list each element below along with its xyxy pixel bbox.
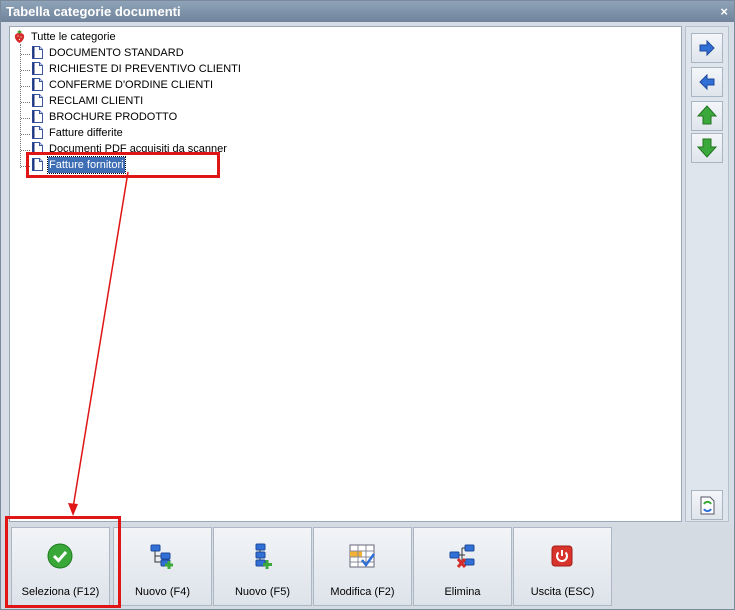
tree-line <box>21 134 30 135</box>
document-icon <box>32 142 43 155</box>
tree-line <box>21 102 30 103</box>
tree-line <box>21 150 30 151</box>
check-icon <box>47 543 73 569</box>
document-icon <box>32 78 43 91</box>
exit-button-label: Uscita (ESC) <box>530 586 595 598</box>
document-icon <box>32 94 43 107</box>
dialog-window: Tabella categorie documenti × Tutte le c… <box>0 0 735 610</box>
move-up-button[interactable] <box>691 101 723 131</box>
edit-button[interactable]: Modifica (F2) <box>313 527 412 606</box>
document-icon <box>32 126 43 139</box>
delete-button-label: Elimina <box>444 586 481 598</box>
new-f5-button[interactable]: Nuovo (F5) <box>213 527 312 606</box>
delete-node-icon <box>449 544 475 568</box>
tree-item-label: Documenti PDF acquisiti da scanner <box>49 143 227 155</box>
new-f5-button-label: Nuovo (F5) <box>234 586 291 598</box>
close-button[interactable]: × <box>720 1 728 22</box>
tree-line <box>21 118 30 119</box>
tree-root-label: Tutte le categorie <box>31 31 116 43</box>
refresh-document-icon <box>700 496 715 515</box>
select-button[interactable]: Seleziona (F12) <box>11 527 110 606</box>
arrow-down-icon <box>696 138 718 158</box>
window-title: Tabella categorie documenti <box>6 4 181 19</box>
tree-item-label: CONFERME D'ORDINE CLIENTI <box>49 79 214 91</box>
arrow-right-icon <box>699 39 715 57</box>
tree-item-label: DOCUMENTO STANDARD <box>49 47 184 59</box>
new-f4-button-label: Nuovo (F4) <box>134 586 191 598</box>
arrow-left-icon <box>699 73 715 91</box>
document-icon <box>32 158 43 171</box>
document-icon <box>32 110 43 123</box>
tree-item-label: Fatture fornitori <box>47 156 126 174</box>
select-button-label: Seleziona (F12) <box>21 586 100 598</box>
edit-grid-icon <box>349 544 376 568</box>
arrow-up-icon <box>696 105 718 125</box>
side-toolbar <box>685 26 729 522</box>
tree-item-label: RECLAMI CLIENTI <box>49 95 144 107</box>
title-bar: Tabella categorie documenti × <box>1 1 734 22</box>
tree-item-label: Fatture differite <box>49 127 123 139</box>
power-icon <box>551 545 573 567</box>
new-child-icon <box>255 543 272 569</box>
tree-line <box>21 86 30 87</box>
document-icon <box>32 46 43 59</box>
document-icon <box>32 62 43 75</box>
move-right-button[interactable] <box>691 33 723 63</box>
edit-button-label: Modifica (F2) <box>330 586 395 598</box>
tree-item-label: RICHIESTE DI PREVENTIVO CLIENTI <box>49 63 241 75</box>
move-left-button[interactable] <box>691 67 723 97</box>
delete-button[interactable]: Elimina <box>413 527 512 606</box>
tree-line <box>21 54 30 55</box>
tree-line <box>21 166 30 167</box>
move-down-button[interactable] <box>691 133 723 163</box>
bottom-toolbar: Seleziona (F12) Nuovo (F4) Nuovo (F5) Mo… <box>1 523 734 609</box>
exit-button[interactable]: Uscita (ESC) <box>513 527 612 606</box>
refresh-button[interactable] <box>691 490 723 520</box>
category-tree[interactable]: Tutte le categorie DOCUMENTO STANDARD RI… <box>9 26 682 522</box>
tree-item-label: BROCHURE PRODOTTO <box>49 111 178 123</box>
strawberry-icon <box>14 30 25 43</box>
tree-line <box>21 70 30 71</box>
new-node-icon <box>150 544 173 569</box>
new-f4-button[interactable]: Nuovo (F4) <box>113 527 212 606</box>
